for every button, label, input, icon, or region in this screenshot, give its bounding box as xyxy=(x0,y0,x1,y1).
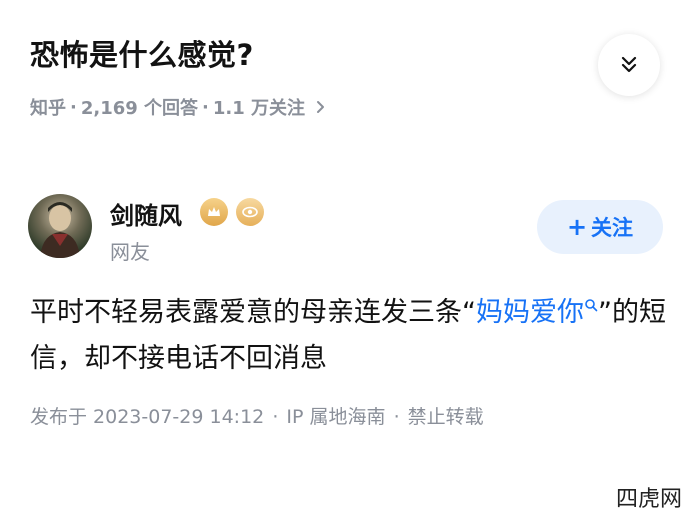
plus-icon: + xyxy=(566,213,588,241)
publish-time: 发布于 2023-07-29 14:12 xyxy=(30,406,265,428)
collapse-button[interactable] xyxy=(598,34,660,96)
answer-content: 平时不轻易表露爱意的母亲连发三条“妈妈爱你 ”的短信，却不接电话不回消息 xyxy=(30,290,670,382)
source-label: 知乎 xyxy=(30,98,66,119)
double-chevron-down-icon xyxy=(621,56,637,73)
avatar-image xyxy=(40,202,80,258)
content-prefix: 平时不轻易表露爱意的母亲连发三条“ xyxy=(30,297,476,328)
search-icon xyxy=(585,299,598,312)
publish-meta: 发布于 2023-07-29 14:12 · IP 属地海南 · 禁止转载 xyxy=(30,402,486,429)
meta-separator: · xyxy=(202,96,209,118)
question-meta[interactable]: 知乎 · 2,169 个回答 · 1.1 万关注 xyxy=(30,94,327,120)
meta-separator: · xyxy=(272,406,279,428)
author-name[interactable]: 剑随风 xyxy=(110,196,182,231)
follow-label: 关注 xyxy=(591,216,634,240)
question-title[interactable]: 恐怖是什么感觉? xyxy=(30,32,254,74)
answer-count: 2,169 个回答 xyxy=(80,98,199,119)
search-link-text: 妈妈爱你 xyxy=(476,297,584,328)
ip-location: IP 属地海南 xyxy=(286,406,386,428)
meta-separator: · xyxy=(393,406,400,428)
avatar[interactable] xyxy=(28,194,92,258)
watermark: 四虎网 xyxy=(611,481,686,513)
follow-button[interactable]: + 关注 xyxy=(537,200,663,254)
search-link[interactable]: 妈妈爱你 xyxy=(476,297,598,328)
chevron-right-icon xyxy=(317,101,325,113)
level-badge-icon[interactable] xyxy=(200,198,228,226)
author-label: 网友 xyxy=(110,240,150,264)
meta-separator: · xyxy=(70,96,77,118)
follower-count: 1.1 万关注 xyxy=(212,98,306,119)
repost-policy: 禁止转载 xyxy=(407,406,484,428)
eye-badge-icon[interactable] xyxy=(236,198,264,226)
